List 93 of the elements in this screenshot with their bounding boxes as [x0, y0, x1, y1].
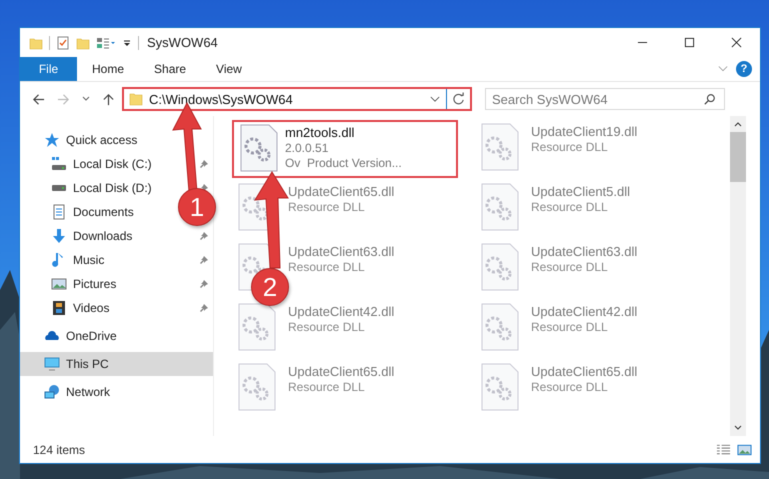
pin-icon[interactable]: [199, 303, 209, 313]
sidebar-item[interactable]: Quick access: [20, 128, 213, 152]
scrollbar-thumb[interactable]: [730, 132, 746, 182]
sidebar-item[interactable]: This PC: [20, 352, 213, 376]
sidebar-label: Quick access: [66, 133, 138, 147]
picture-icon: [51, 276, 67, 292]
network-icon: [44, 384, 60, 400]
pin-icon[interactable]: [199, 231, 209, 241]
file-detail: Resource DLL: [288, 380, 366, 395]
file-name: UpdateClient19.dll: [531, 124, 638, 140]
file-detail: Resource DLL: [288, 260, 366, 275]
file-name: UpdateClient5.dll: [531, 184, 630, 200]
file-name: UpdateClient42.dll: [288, 304, 394, 320]
sidebar-item[interactable]: Network: [20, 380, 213, 404]
file-detail: Resource DLL: [531, 380, 609, 395]
scrollbar[interactable]: [730, 116, 746, 436]
pin-icon[interactable]: [199, 279, 209, 289]
download-arrow-icon: [51, 228, 67, 244]
file-detail: Resource DLL: [531, 320, 609, 335]
file-detail: Resource DLL: [288, 320, 366, 335]
file-detail: Resource DLL: [531, 140, 609, 155]
ribbon-tab[interactable]: Share: [139, 57, 202, 81]
drive-icon: [51, 184, 67, 192]
help-button[interactable]: ?: [736, 61, 752, 77]
maximize-icon[interactable]: [684, 37, 695, 48]
monitor-icon: [44, 356, 60, 372]
dll-file-icon: [480, 183, 520, 231]
dll-file-icon: [480, 363, 520, 411]
dll-file-icon: [480, 123, 520, 171]
sidebar-item[interactable]: Downloads: [20, 224, 132, 248]
dll-file-icon: [237, 363, 277, 411]
sidebar-label: Pictures: [73, 277, 116, 291]
sidebar-item[interactable]: Local Disk (C:): [20, 152, 152, 176]
dll-file-icon: [480, 303, 520, 351]
file-detail: Resource DLL: [531, 260, 609, 275]
window-title: SysWOW64: [146, 35, 218, 50]
document-icon: [51, 204, 67, 220]
sidebar-item[interactable]: Pictures: [20, 272, 116, 296]
file-name: UpdateClient63.dll: [288, 244, 394, 260]
sidebar-item[interactable]: Videos: [20, 296, 110, 320]
view-icon[interactable]: [96, 36, 116, 50]
search-field[interactable]: Search SysWOW64: [485, 88, 725, 110]
item-count: 124 items: [33, 442, 86, 456]
sidebar-label: Videos: [73, 301, 110, 315]
pin-icon[interactable]: [199, 159, 209, 169]
sidebar-label: This PC: [66, 357, 109, 371]
file-menu-button[interactable]: File: [20, 57, 77, 81]
folder-icon: [129, 92, 143, 106]
file-tile[interactable]: mn2tools.dll 2.0.0.51 Ov Product Version...: [232, 120, 458, 178]
sidebar-label: Local Disk (C:): [73, 157, 152, 171]
dll-file-icon: [239, 124, 279, 172]
sidebar-item[interactable]: Music: [20, 248, 104, 272]
sidebar-item[interactable]: Documents: [20, 200, 134, 224]
chevron-icon[interactable]: [430, 96, 440, 102]
dll-file-icon: [480, 243, 520, 291]
scroll-up-icon[interactable]: [734, 121, 742, 127]
properties-icon[interactable]: [56, 36, 70, 50]
star-icon: [44, 132, 60, 148]
dropdown-icon[interactable]: [122, 38, 132, 48]
drive-icon: [51, 156, 67, 172]
details-view-icon[interactable]: [716, 444, 731, 456]
up-arrow-icon[interactable]: [102, 92, 115, 106]
sidebar-label: Documents: [73, 205, 134, 219]
file-name: mn2tools.dll: [285, 125, 356, 141]
sidebar-label: OneDrive: [66, 329, 117, 343]
scroll-down-icon[interactable]: [734, 425, 742, 431]
sidebar-label: Downloads: [73, 229, 132, 243]
search-icon[interactable]: [704, 93, 716, 105]
chevron-icon[interactable]: [82, 95, 90, 103]
file-name: UpdateClient65.dll: [531, 364, 638, 380]
sidebar-label: Network: [66, 385, 110, 399]
file-detail: Resource DLL: [531, 200, 609, 215]
file-detail: Ov Product Version...: [285, 156, 402, 171]
file-detail: 2.0.0.51: [285, 141, 330, 156]
file-name: UpdateClient42.dll: [531, 304, 638, 320]
large-icons-view-icon[interactable]: [737, 444, 752, 456]
sidebar-item[interactable]: OneDrive: [20, 324, 213, 348]
sidebar-label: Local Disk (D:): [73, 181, 152, 195]
close-icon[interactable]: [731, 37, 742, 48]
file-name: UpdateClient65.dll: [288, 184, 394, 200]
sidebar-label: Music: [73, 253, 104, 267]
address-path: C:\Windows\SysWOW64: [149, 92, 294, 106]
file-detail: Resource DLL: [288, 200, 366, 215]
sidebar-item[interactable]: Local Disk (D:): [20, 176, 152, 200]
address-bar[interactable]: C:\Windows\SysWOW64: [122, 87, 472, 111]
ribbon-tab[interactable]: View: [201, 57, 257, 81]
film-icon: [51, 300, 67, 316]
file-name: UpdateClient65.dll: [288, 364, 394, 380]
back-arrow-icon[interactable]: [32, 92, 45, 106]
pin-icon[interactable]: [199, 255, 209, 265]
ribbon-tab[interactable]: Home: [77, 57, 140, 81]
file-name: UpdateClient63.dll: [531, 244, 638, 260]
dll-file-icon: [237, 303, 277, 351]
